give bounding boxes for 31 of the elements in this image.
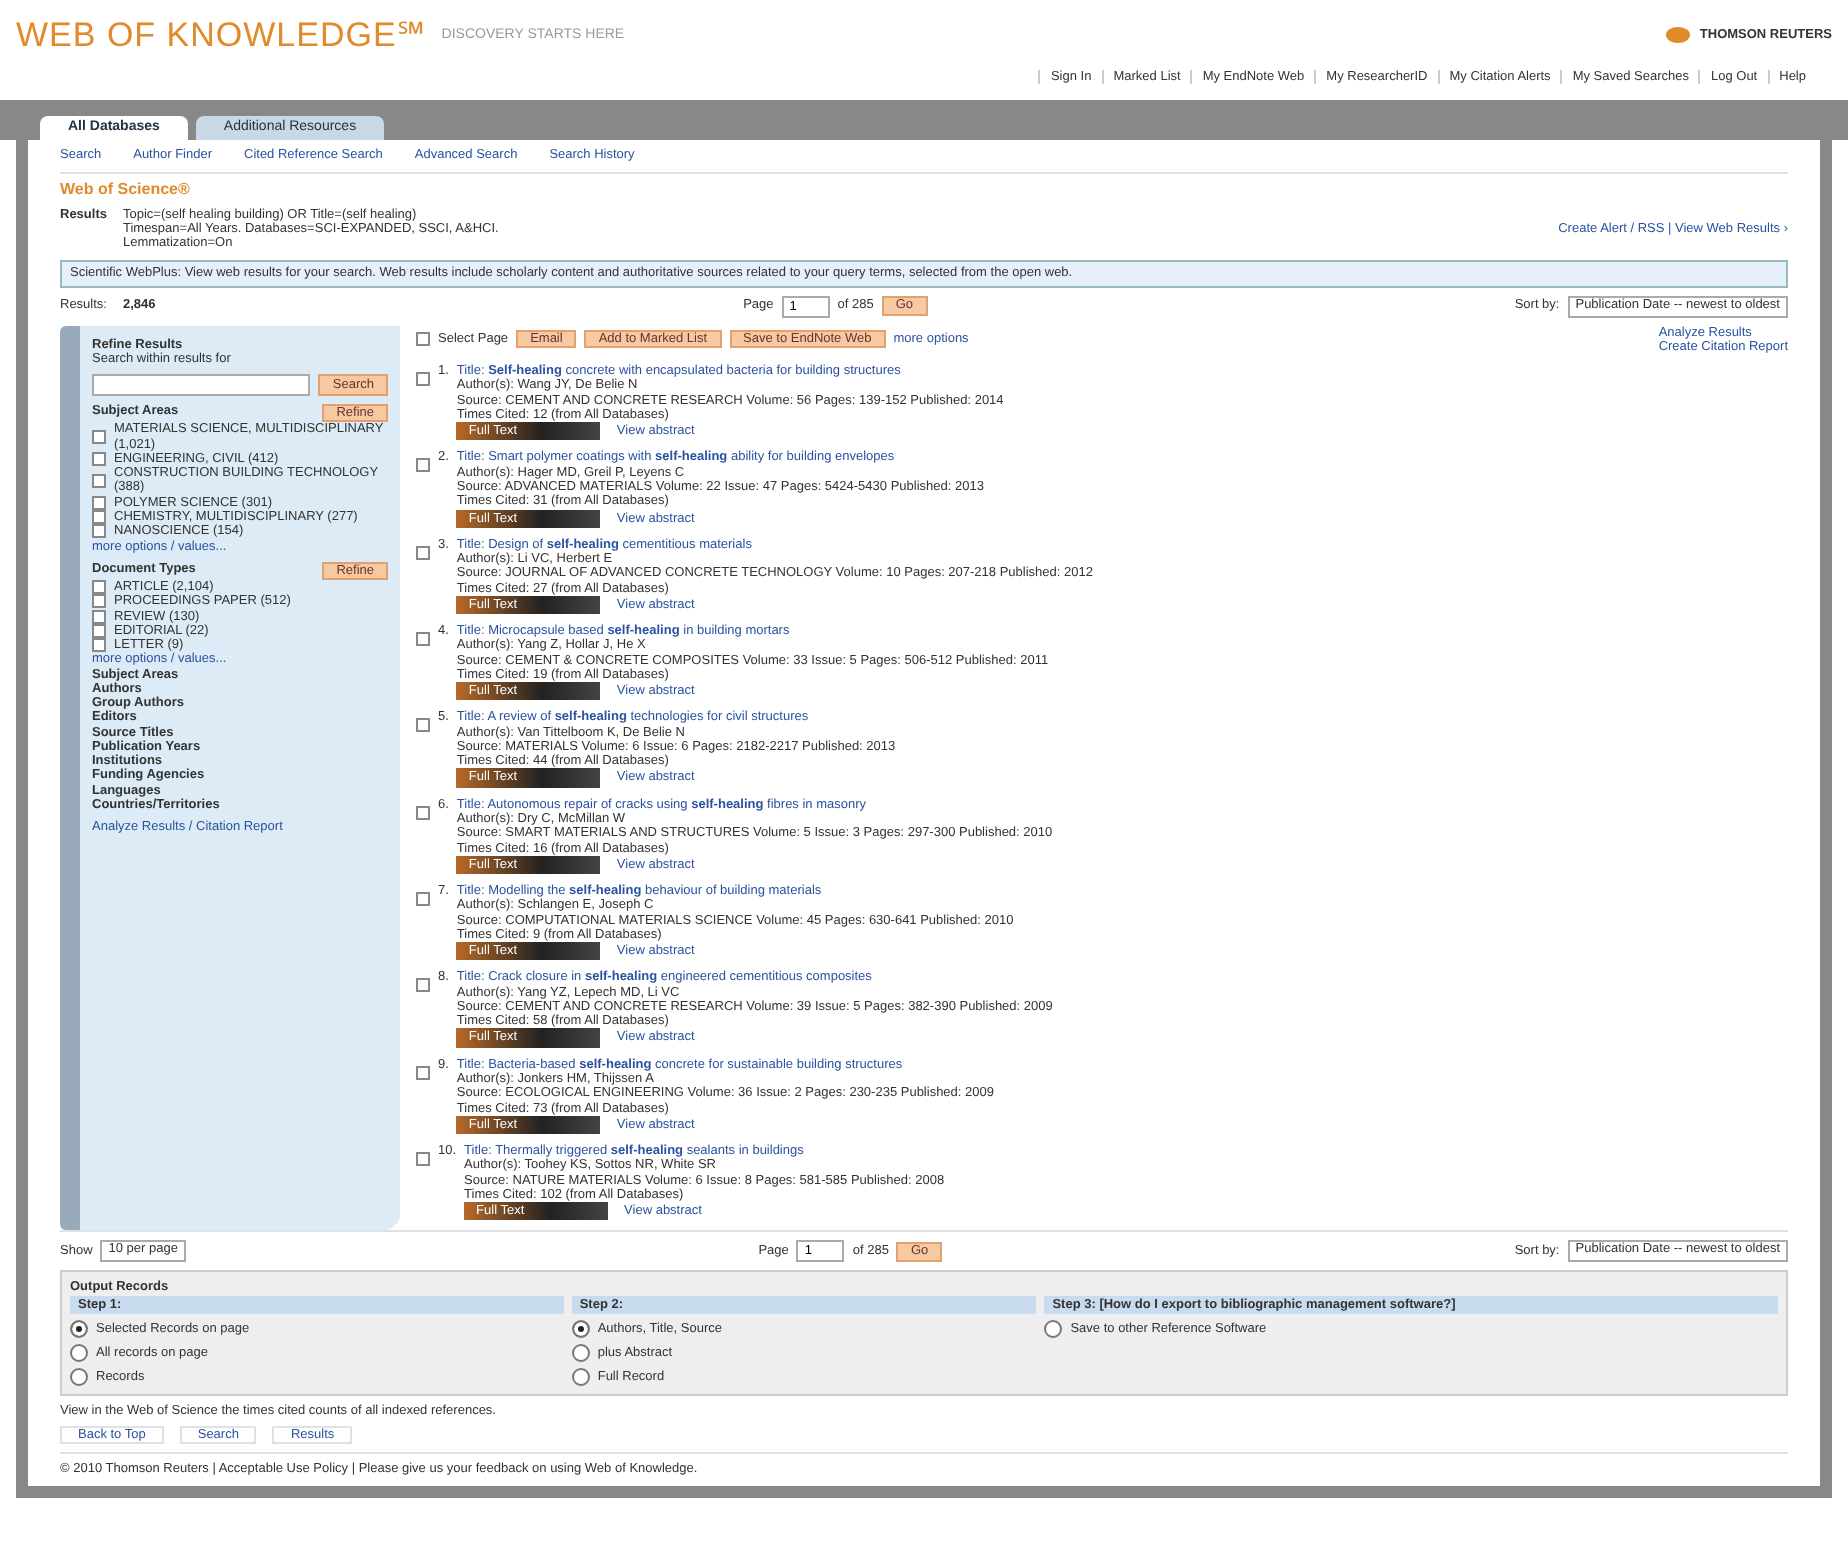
record-checkbox[interactable]	[416, 718, 430, 733]
radio-button[interactable]	[70, 1319, 88, 1338]
record-checkbox[interactable]	[416, 372, 430, 387]
section-title: Web of Science®	[60, 179, 190, 198]
radio-button[interactable]	[571, 1319, 590, 1338]
checkbox[interactable]	[92, 638, 106, 653]
checkbox[interactable]	[92, 473, 106, 488]
record-checkbox[interactable]	[416, 805, 430, 820]
checkbox[interactable]	[92, 609, 106, 624]
checkbox[interactable]	[92, 510, 106, 525]
record-checkbox[interactable]	[416, 545, 430, 560]
radio-button[interactable]	[1044, 1319, 1063, 1338]
checkbox[interactable]	[92, 580, 106, 595]
checkbox[interactable]	[92, 430, 106, 445]
record-checkbox[interactable]	[416, 892, 430, 907]
radio-button[interactable]	[70, 1367, 88, 1386]
checkbox[interactable]	[92, 495, 106, 510]
select-page-checkbox[interactable]	[416, 332, 430, 347]
checkbox[interactable]	[92, 594, 106, 609]
search-within-field[interactable]	[92, 374, 311, 397]
record-checkbox[interactable]	[416, 978, 430, 993]
radio-button[interactable]	[70, 1343, 88, 1362]
radio-button[interactable]	[571, 1343, 590, 1362]
checkbox[interactable]	[92, 452, 106, 467]
radio-button[interactable]	[571, 1367, 590, 1386]
record-checkbox[interactable]	[416, 1152, 430, 1167]
record-checkbox[interactable]	[416, 1065, 430, 1080]
record-checkbox[interactable]	[416, 458, 430, 473]
checkbox[interactable]	[92, 524, 106, 539]
record-checkbox[interactable]	[416, 632, 430, 647]
logo: WEB OF KNOWLEDGE℠	[16, 16, 426, 55]
